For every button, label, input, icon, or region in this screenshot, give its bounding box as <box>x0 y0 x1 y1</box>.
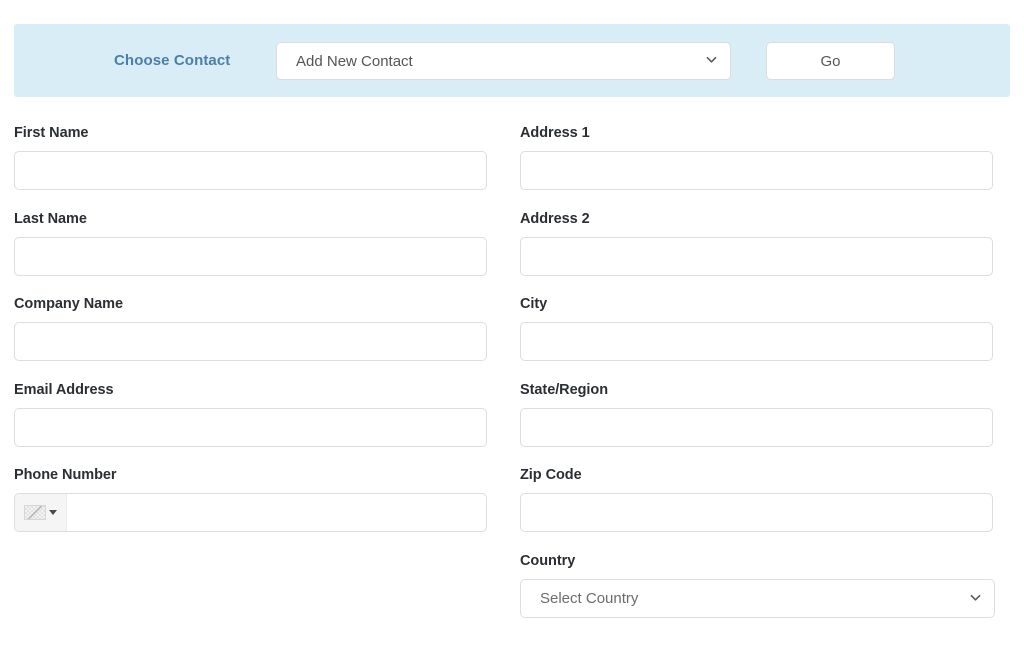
form-field-company-name: Company Name <box>14 268 487 362</box>
contact-form: First Name Last Name Company Name Email Add… <box>0 97 1024 645</box>
country-select-wrapper: Select Country <box>520 579 995 618</box>
email-address-label: Email Address <box>14 381 114 398</box>
city-label: City <box>520 296 548 313</box>
state-region-label: State/Region <box>520 381 609 398</box>
first-name-label: First Name <box>14 125 89 141</box>
caret-down-icon <box>49 510 57 516</box>
form-field-address-2: Address 2 <box>520 183 993 276</box>
form-field-phone-number: Phone Number <box>14 439 487 533</box>
phone-number-input[interactable] <box>67 494 486 532</box>
address-1-label: Address 1 <box>520 125 590 141</box>
country-label: Country <box>520 553 576 569</box>
country-flag-selector[interactable] <box>15 494 67 532</box>
choose-contact-band: Choose Contact Add New Contact Go <box>14 24 1010 97</box>
form-field-first-name: First Name <box>14 97 487 190</box>
choose-contact-label: Choose Contact <box>114 52 231 69</box>
form-field-city: City <box>520 268 993 362</box>
form-field-country: Country Select Country <box>520 525 995 618</box>
company-name-label: Company Name <box>14 296 123 313</box>
form-field-zip-code: Zip Code <box>520 439 993 533</box>
broken-flag-image-icon <box>24 505 46 521</box>
form-field-last-name: Last Name <box>14 183 487 276</box>
go-button[interactable]: Go <box>766 42 895 80</box>
last-name-label: Last Name <box>14 210 87 227</box>
choose-contact-select-wrapper: Add New Contact <box>276 42 731 80</box>
form-field-state-region: State/Region <box>520 354 993 447</box>
phone-number-label: Phone Number <box>14 467 117 484</box>
country-select[interactable]: Select Country <box>520 579 995 618</box>
address-2-label: Address 2 <box>520 210 590 227</box>
choose-contact-select[interactable]: Add New Contact <box>276 42 731 80</box>
form-field-email-address: Email Address <box>14 354 487 447</box>
phone-input-group <box>14 493 487 533</box>
form-field-address-1: Address 1 <box>520 97 993 190</box>
zip-code-label: Zip Code <box>520 467 582 484</box>
